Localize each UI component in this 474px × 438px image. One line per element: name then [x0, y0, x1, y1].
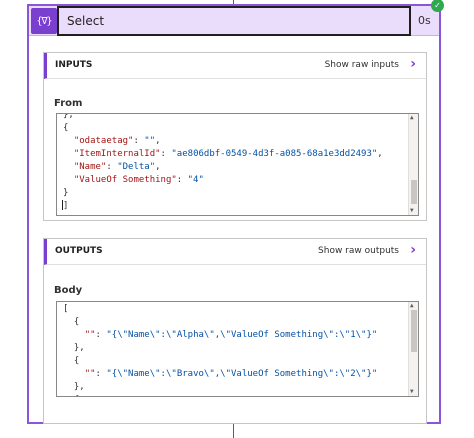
chevron-right-icon[interactable]: › [410, 57, 416, 71]
code-line: ] [63, 201, 68, 211]
json-punct: , [377, 149, 383, 159]
json-punct: }, [63, 382, 85, 392]
json-string: "{\"Name\":\"Bravo\",\"ValueOf Something… [106, 369, 378, 379]
json-punct [63, 330, 85, 340]
code-line: "odataetag": "", [63, 136, 161, 146]
outputs-section-header: OUTPUTS Show raw outputs › [44, 239, 426, 265]
code-line: [ [63, 304, 68, 314]
json-punct: }, [63, 343, 85, 353]
code-line: "Name": "Delta", [63, 162, 161, 172]
from-code-viewer[interactable]: }, { "odataetag": "", "ItemInternalId": "… [56, 113, 419, 216]
json-punct: { [63, 317, 80, 327]
json-key: "odataetag" [73, 136, 134, 146]
json-key: "" [84, 330, 96, 340]
json-punct: : [95, 330, 107, 340]
json-punct [63, 369, 85, 379]
scroll-down-arrow-icon[interactable]: ▼ [410, 389, 414, 395]
json-punct: } [63, 188, 69, 198]
inputs-section-header: INPUTS Show raw inputs › [44, 53, 426, 79]
code-line: "ItemInternalId": "ae806dbf-0549-4d3f-a0… [63, 149, 383, 159]
json-key: "ValueOf Something" [73, 175, 177, 185]
outputs-section-title: OUTPUTS [55, 246, 103, 256]
json-punct: }, [63, 113, 74, 120]
code-line: }, [63, 382, 85, 392]
from-vertical-scrollbar[interactable]: ▲ ▼ [408, 114, 418, 215]
json-punct: : [95, 369, 107, 379]
code-line: { [63, 123, 68, 133]
code-line: "": "{\"Name\":\"Bravo\",\"ValueOf Somet… [63, 369, 378, 379]
code-line: "ValueOf Something": "4" [63, 175, 204, 185]
select-action-card: {∇} Select 0s ✓ INPUTS Show raw inputs ›… [27, 0, 444, 424]
body-field-label: Body [54, 285, 83, 296]
json-punct: : [106, 162, 118, 172]
from-field-label: From [54, 98, 83, 109]
json-punct [63, 162, 74, 172]
json-punct: { [63, 356, 80, 366]
outputs-section: OUTPUTS Show raw outputs › Body [ { "": … [43, 238, 427, 424]
json-key: "Name" [73, 162, 107, 172]
json-punct: : [133, 136, 145, 146]
inputs-section-title: INPUTS [55, 60, 93, 70]
code-line: { [63, 317, 79, 327]
scroll-up-arrow-icon[interactable]: ▲ [410, 115, 414, 121]
json-punct: ] [63, 201, 69, 211]
json-punct: : [160, 149, 172, 159]
json-string: "Delta" [117, 162, 156, 172]
body-code-viewer[interactable]: [ { "": "{\"Name\":\"Alpha\",\"ValueOf S… [56, 301, 419, 397]
scroll-thumb[interactable] [411, 310, 417, 352]
json-string: "4" [187, 175, 204, 185]
scroll-down-arrow-icon[interactable]: ▼ [410, 208, 414, 214]
action-header[interactable]: {∇} Select 0s ✓ [29, 0, 444, 36]
json-string: "ae806dbf-0549-4d3f-a085-68a1e3dd2493" [171, 149, 378, 159]
code-line: }, [63, 113, 74, 120]
code-line: { [63, 395, 79, 396]
body-vertical-scrollbar[interactable]: ▲ ▼ [408, 302, 418, 396]
json-key: "ItemInternalId" [73, 149, 161, 159]
scroll-thumb[interactable] [411, 180, 417, 204]
code-line: } [63, 188, 68, 198]
action-title-box[interactable]: Select [57, 6, 411, 36]
json-punct [63, 149, 74, 159]
json-punct [63, 175, 74, 185]
json-string: "" [144, 136, 156, 146]
text-caret [62, 200, 63, 210]
json-punct: : [176, 175, 188, 185]
json-punct: , [155, 162, 161, 172]
json-key: "" [84, 369, 96, 379]
show-raw-outputs-link[interactable]: Show raw outputs [318, 246, 399, 256]
scroll-up-arrow-icon[interactable]: ▲ [410, 303, 414, 309]
inputs-section: INPUTS Show raw inputs › From }, { "odata… [43, 52, 427, 221]
code-line: { [63, 356, 79, 366]
json-string: "{\"Name\":\"Alpha\",\"ValueOf Something… [106, 330, 378, 340]
chevron-right-icon[interactable]: › [410, 243, 416, 257]
code-line: "": "{\"Name\":\"Alpha\",\"ValueOf Somet… [63, 330, 378, 340]
json-punct: { [63, 123, 69, 133]
show-raw-inputs-link[interactable]: Show raw inputs [325, 60, 399, 70]
json-punct: [ [63, 304, 69, 314]
json-punct [63, 136, 74, 146]
select-action-icon: {∇} [31, 8, 57, 34]
success-check-icon: ✓ [431, 0, 444, 12]
code-line: }, [63, 343, 85, 353]
json-punct: , [155, 136, 161, 146]
action-title: Select [67, 14, 105, 28]
flow-connector-bottom [233, 424, 234, 438]
json-punct: { [63, 395, 79, 396]
action-duration: 0s [418, 14, 431, 27]
